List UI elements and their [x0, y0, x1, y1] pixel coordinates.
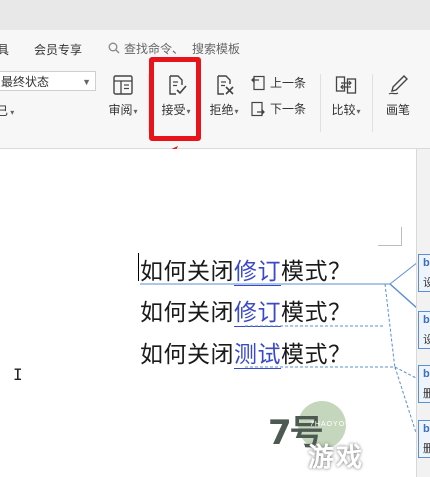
- display-status-value: 最终状态: [1, 75, 50, 89]
- revised-text[interactable]: 测试: [234, 342, 281, 369]
- compare-documents-icon: [335, 76, 357, 94]
- ribbon-divider: [320, 74, 321, 132]
- chevron-down-icon: ▾: [234, 107, 239, 116]
- search-placeholder-commands: 查找命令、: [124, 41, 185, 56]
- document-area[interactable]: 如何关闭修订模式？ 如何关闭修订模式？ 如何关闭测试模式？ I: [0, 149, 418, 477]
- chevron-down-icon: ▾: [356, 107, 361, 116]
- revision-balloon[interactable]: b 删: [418, 365, 430, 403]
- reject-button-label: 拒绝: [209, 103, 234, 117]
- chevron-down-icon: ▾: [133, 107, 138, 116]
- previous-change-icon: [251, 75, 265, 90]
- command-search[interactable]: 查找命令、 搜索模板: [108, 40, 240, 56]
- show-markup-dropdown[interactable]: 已 ▾: [0, 102, 14, 119]
- document-page[interactable]: 如何关闭修订模式？ 如何关闭修订模式？ 如何关闭测试模式？ I: [0, 149, 418, 477]
- ribbon-divider: [148, 74, 149, 132]
- next-change-label: 下一条: [270, 102, 307, 116]
- show-markup-label: 已: [0, 104, 9, 118]
- document-line[interactable]: 如何关闭修订模式？: [140, 252, 352, 286]
- ribbon-divider: [372, 74, 373, 132]
- accept-revision-icon: [169, 75, 187, 95]
- revised-text[interactable]: 修订: [234, 259, 281, 286]
- chevron-down-icon: ▾: [186, 107, 191, 116]
- chevron-down-icon: ▼: [82, 77, 91, 87]
- pen-button-label: 画笔: [385, 103, 410, 117]
- text-cursor: [138, 253, 139, 281]
- reject-button[interactable]: 拒绝▾: [206, 73, 242, 118]
- chevron-down-icon: ▾: [8, 108, 15, 117]
- accept-button[interactable]: 接受▾: [159, 73, 193, 118]
- reject-revision-icon: [217, 75, 234, 95]
- next-change-button[interactable]: 下一条: [250, 100, 306, 117]
- mouse-ibeam-cursor: I: [13, 365, 23, 384]
- ribbon-tab-bar: 具 会员专享 查找命令、 搜索模板: [0, 30, 430, 66]
- revision-balloon[interactable]: b 设: [418, 254, 430, 292]
- review-pane-icon: [113, 75, 133, 95]
- revision-balloon[interactable]: b 设: [418, 311, 430, 349]
- review-button-label: 审阅: [108, 103, 133, 117]
- title-bar: [0, 0, 430, 30]
- search-placeholder-templates: 搜索模板: [192, 41, 241, 56]
- compare-button[interactable]: 比较▾: [328, 73, 364, 118]
- previous-change-button[interactable]: 上一条: [250, 74, 306, 91]
- accept-button-label: 接受: [161, 103, 186, 117]
- pen-icon: [388, 75, 408, 95]
- revision-balloon[interactable]: b 删: [418, 420, 430, 458]
- tab-member[interactable]: 会员专享: [34, 41, 82, 58]
- previous-change-label: 上一条: [270, 76, 307, 90]
- tab-tools-partial[interactable]: 具: [0, 41, 9, 58]
- revised-text[interactable]: 修订: [234, 300, 281, 327]
- document-line[interactable]: 如何关闭测试模式？: [140, 335, 352, 369]
- review-ribbon: 最终状态 ▼ 已 ▾ 审阅▾ 接受▾ 拒绝▾ 上一条 下一条 比较▾ 画笔: [0, 66, 430, 149]
- page-margin-corner: [378, 227, 402, 246]
- document-line[interactable]: 如何关闭修订模式？: [140, 293, 352, 327]
- pen-button[interactable]: 画笔: [381, 73, 415, 118]
- compare-button-label: 比较: [331, 103, 356, 117]
- display-status-dropdown[interactable]: 最终状态 ▼: [0, 71, 96, 91]
- next-change-icon: [251, 101, 265, 116]
- review-button[interactable]: 审阅▾: [105, 73, 141, 118]
- search-icon: [108, 42, 120, 54]
